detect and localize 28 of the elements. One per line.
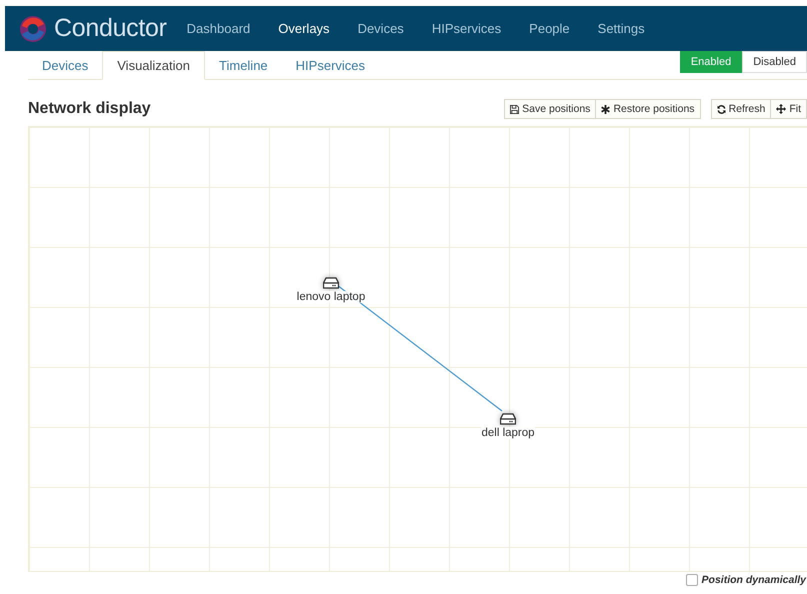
tab[interactable]: HIPservices [282,51,380,79]
checkbox-label: Position dynamically [702,574,806,586]
checkbox[interactable] [686,574,698,586]
tab[interactable]: Timeline [205,51,282,79]
nav-link[interactable]: People [529,21,570,36]
node-label: dell laprop [481,427,535,439]
hard-drive-icon[interactable] [500,413,516,425]
nav-link[interactable]: HIPservices [432,21,502,36]
refresh-icon [716,104,726,114]
toolbar-button[interactable]: Restore positions [595,99,701,119]
app-title: Conductor [54,14,167,43]
toolbar-button[interactable]: Refresh [710,99,772,119]
toolbar-button[interactable]: Fit [770,99,807,119]
asterisk-icon [601,104,610,114]
nav-link[interactable]: Overlays [278,21,330,36]
hard-drive-icon[interactable] [323,277,339,289]
toolbar-button[interactable]: Save positions [504,99,596,119]
tab[interactable]: Devices [28,51,102,79]
toggle-button[interactable]: Disabled [742,51,807,73]
move-icon [776,104,786,114]
tab[interactable]: Visualization [102,51,206,80]
toggle-button[interactable]: Enabled [680,51,742,73]
nav-link[interactable]: Devices [358,21,404,36]
node-label: lenovo laptop [296,291,366,303]
nav-link[interactable]: Dashboard [186,21,250,36]
logo-icon [18,14,48,44]
nav-link[interactable]: Settings [598,21,645,36]
panel-title: Network display [28,100,151,118]
